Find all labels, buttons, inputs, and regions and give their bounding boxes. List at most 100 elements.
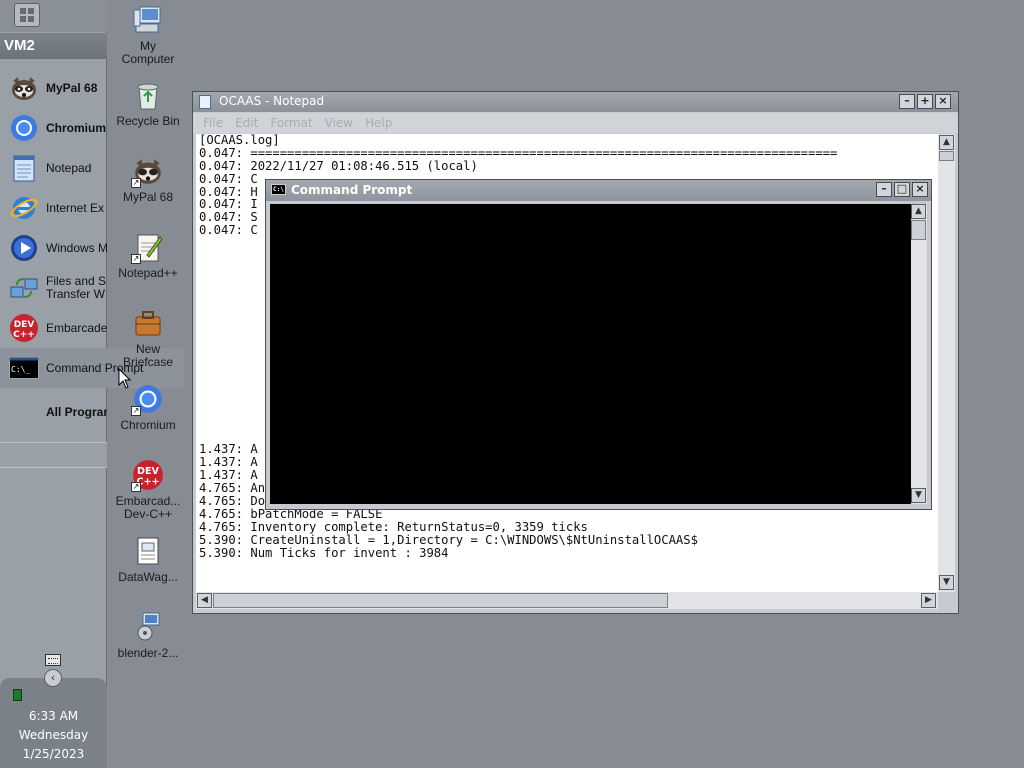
program-item-files-settings-transfer[interactable]: Files and S Transfer W [0,268,107,308]
desktop-icon-devcpp[interactable]: DEV C++ ↗ Embarcad... Dev-C++ [108,458,188,521]
command-prompt-window-controls: – □ × [876,182,928,197]
panel-header [0,0,107,32]
program-label: Windows M [46,240,107,255]
program-list: MyPal 68 Chromium Notepad Internet Ex Wi… [0,68,184,388]
scroll-down-icon[interactable]: ▼ [911,488,926,503]
desktop-icon-my-computer[interactable]: My Computer [108,3,188,66]
program-item-chromium[interactable]: Chromium [0,108,107,148]
menu-file[interactable]: File [203,116,223,133]
menu-help[interactable]: Help [365,116,392,133]
desktop-icon-label: New Briefcase [122,342,174,369]
shortcut-arrow-icon: ↗ [131,406,141,416]
internet-explorer-icon [8,192,40,224]
command-prompt-window[interactable]: C:\ Command Prompt – □ × ▲ ▼ [265,179,932,510]
program-item-windows-media-player[interactable]: Windows M [0,228,107,268]
command-prompt-title: Command Prompt [291,183,413,197]
menu-view[interactable]: View [325,116,353,133]
notepad-plus-plus-icon: ↗ [131,230,165,264]
program-item-internet-explorer[interactable]: Internet Ex [0,188,107,228]
size-grip[interactable] [938,592,955,609]
desktop-icon-label: DataWag... [118,570,178,584]
maximize-button[interactable]: + [917,94,933,109]
blender-installer-icon [131,610,165,644]
desktop-icon-label: Embarcad... Dev-C++ [115,494,181,521]
program-item-mypal[interactable]: MyPal 68 [0,68,107,108]
scroll-thumb[interactable] [911,220,926,240]
console-output[interactable] [270,204,911,504]
tray-indicator-icon[interactable] [13,689,22,701]
app-grid-button[interactable] [14,3,40,27]
program-label: MyPal 68 [46,80,98,95]
scroll-thumb[interactable] [213,593,668,608]
devcpp-icon: DEV C++ ↗ [131,458,165,492]
keyboard-icon[interactable] [45,654,61,666]
scroll-down-icon[interactable]: ▼ [939,575,954,590]
desktop-icon-notepad-plus-plus[interactable]: ↗ Notepad++ [108,230,188,280]
scroll-up-icon[interactable]: ▲ [911,204,926,219]
chromium-icon [8,112,40,144]
notepad-icon [199,95,211,109]
svg-text:C++: C++ [13,330,35,340]
collapse-left-icon[interactable]: ‹ [44,669,62,687]
minimize-button[interactable]: – [876,182,892,197]
desktop-icon-label: MyPal 68 [122,190,174,204]
all-programs-label: All Programs [46,405,107,419]
close-button[interactable]: × [935,94,951,109]
menu-edit[interactable]: Edit [235,116,258,133]
text-line: [OCAAS.log] [199,134,280,147]
desktop-icon-blender-installer[interactable]: blender-2... [108,610,188,660]
command-prompt-title-bar[interactable]: C:\ Command Prompt – □ × [266,180,931,201]
notepad-icon [8,152,40,184]
scroll-left-icon[interactable]: ◀ [197,593,212,608]
notepad-title-bar[interactable]: OCAAS - Notepad – + × [193,92,958,112]
windows-media-player-icon [8,232,40,264]
my-computer-icon [131,3,165,37]
desktop-icon-label: My Computer [121,39,175,66]
desktop-icon-new-briefcase[interactable]: New Briefcase [108,306,188,369]
program-item-notepad[interactable]: Notepad [0,148,107,188]
scroll-right-icon[interactable]: ▶ [921,593,936,608]
command-prompt-icon: C:\_ [8,352,40,384]
desktop-icon-recycle-bin[interactable]: Recycle Bin [108,78,188,128]
menu-format[interactable]: Format [270,116,312,133]
program-label: Internet Ex [46,200,105,215]
scroll-up-icon[interactable]: ▲ [939,135,954,150]
shortcut-arrow-icon: ↗ [131,482,141,492]
text-line: 5.390: Num Ticks for invent : 3984 [199,546,449,560]
program-item-devcpp[interactable]: DEV C++ Embarcade [0,308,107,348]
text-line: 0.047: 2022/11/27 01:08:46.515 (local) [199,159,478,173]
mypal-icon [8,72,40,104]
svg-text:C:\_: C:\_ [11,365,30,374]
command-prompt-icon: C:\ [271,184,286,195]
chromium-icon: ↗ [131,382,165,416]
desktop-icon-mypal[interactable]: ↗ MyPal 68 [108,154,188,204]
scroll-thumb[interactable] [939,151,954,161]
desktop-icon-datawag[interactable]: DataWag... [108,534,188,584]
program-label: Embarcade [46,320,107,335]
files-settings-transfer-icon [8,272,40,304]
desktop-icon-label: blender-2... [117,646,179,660]
desktop-icon-label: Chromium [120,418,176,432]
close-button[interactable]: × [912,182,928,197]
start-panel: VM2 MyPal 68 Chromium Notepad Internet E… [0,0,184,768]
grid-icon [20,8,34,22]
notepad-vertical-scrollbar[interactable]: ▲ ▼ [938,134,955,592]
minimize-button[interactable]: – [899,94,915,109]
svg-text:DEV: DEV [137,466,160,477]
shortcut-arrow-icon: ↗ [131,178,141,188]
devcpp-icon: DEV C++ [8,312,40,344]
maximize-button[interactable]: □ [894,182,910,197]
desktop-icon-label: Notepad++ [118,266,178,280]
program-label: Notepad [46,160,92,175]
briefcase-icon [131,306,165,340]
machine-title: VM2 [0,33,107,59]
console-vertical-scrollbar[interactable]: ▲ ▼ [911,204,927,504]
svg-text:DEV: DEV [14,320,35,330]
all-programs-button[interactable]: All Programs [0,395,107,429]
notepad-window-controls: – + × [899,94,951,109]
clock-day: Wednesday [18,728,89,742]
mouse-cursor-icon [118,368,132,389]
text-line: 0.047: =================================… [199,146,838,160]
notepad-horizontal-scrollbar[interactable]: ◀ ▶ [196,592,938,609]
mypal-icon: ↗ [131,154,165,188]
